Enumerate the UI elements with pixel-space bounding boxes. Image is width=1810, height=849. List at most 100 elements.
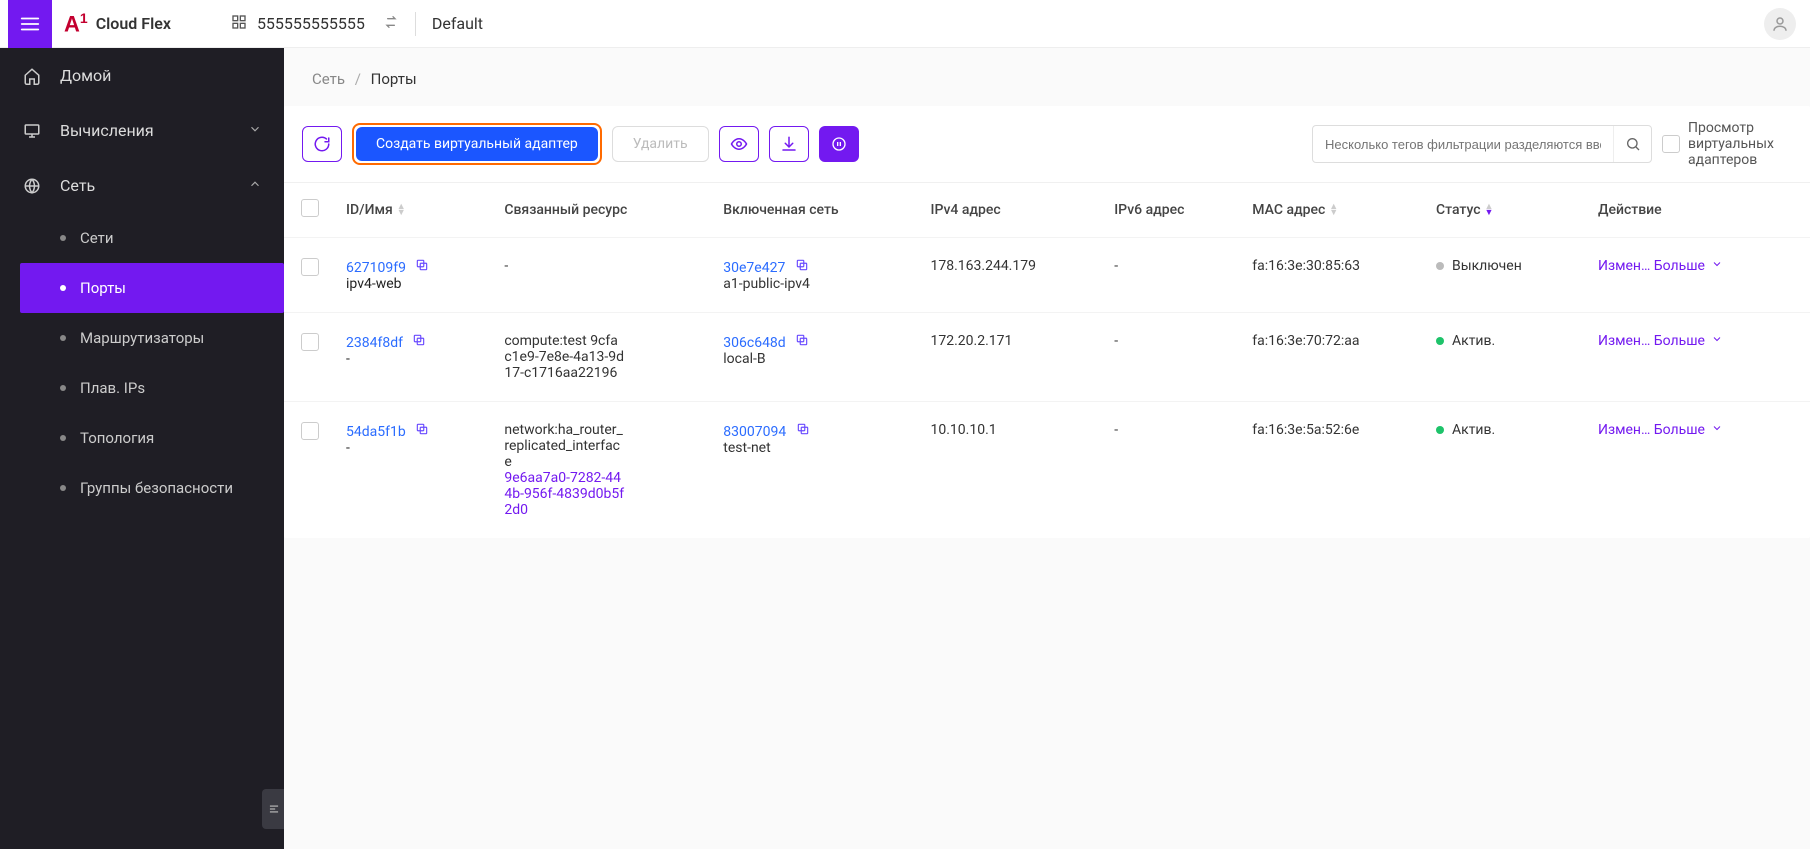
pause-button[interactable] bbox=[819, 126, 859, 162]
action-edit[interactable]: Измен… bbox=[1598, 258, 1650, 274]
sidebar-item-compute[interactable]: Вычисления bbox=[0, 103, 284, 158]
view-button[interactable] bbox=[719, 126, 759, 162]
grid-icon bbox=[231, 14, 247, 34]
sidebar-item-label: Плав. IPs bbox=[80, 379, 145, 397]
create-adapter-button[interactable]: Создать виртуальный адаптер bbox=[356, 127, 598, 161]
collapse-icon bbox=[267, 802, 281, 816]
sidebar-item-topology[interactable]: Топология bbox=[20, 413, 284, 463]
user-icon bbox=[1771, 15, 1789, 33]
chevron-down-icon bbox=[1711, 333, 1723, 349]
col-network: Включенная сеть bbox=[713, 183, 920, 238]
search-input[interactable] bbox=[1313, 137, 1613, 152]
network-name: a1-public-ipv4 bbox=[723, 276, 810, 292]
breadcrumb: Сеть / Порты bbox=[284, 48, 1810, 100]
action-edit[interactable]: Измен… bbox=[1598, 333, 1650, 349]
action-more[interactable]: Больше bbox=[1654, 333, 1723, 349]
workspace-selector[interactable]: Default bbox=[432, 14, 483, 33]
resource-link[interactable]: 9e6aa7a0-7282-444b-956f-4839d0b5f2d0 bbox=[504, 470, 624, 518]
copy-icon[interactable] bbox=[795, 335, 809, 351]
sidebar-item-routers[interactable]: Маршрутизаторы bbox=[20, 313, 284, 363]
chevron-down-icon bbox=[248, 121, 262, 140]
resource-text: compute:test 9cfac1e9-7e8e-4a13-9d17-c17… bbox=[504, 333, 624, 381]
col-action: Действие bbox=[1588, 183, 1810, 238]
copy-icon[interactable] bbox=[415, 260, 429, 276]
action-more[interactable]: Больше bbox=[1654, 258, 1723, 274]
refresh-button[interactable] bbox=[302, 126, 342, 162]
copy-icon[interactable] bbox=[415, 424, 429, 440]
action-more[interactable]: Больше bbox=[1654, 422, 1723, 438]
sidebar-item-networks[interactable]: Сети bbox=[20, 213, 284, 263]
download-icon bbox=[780, 135, 798, 153]
create-adapter-highlight: Создать виртуальный адаптер bbox=[352, 123, 602, 165]
ipv4-address: 178.163.244.179 bbox=[920, 238, 1104, 313]
view-adapters-toggle[interactable]: Просмотр виртуальных адаптеров bbox=[1662, 120, 1792, 168]
chevron-up-icon bbox=[248, 176, 262, 195]
col-ipv4: IPv4 адрес bbox=[920, 183, 1104, 238]
download-button[interactable] bbox=[769, 126, 809, 162]
select-all-checkbox[interactable] bbox=[301, 199, 319, 217]
sidebar-item-ports[interactable]: Порты bbox=[20, 263, 284, 313]
sidebar-submenu-network: Сети Порты Маршрутизаторы Плав. IPs Топо… bbox=[20, 213, 284, 513]
sidebar-item-label: Топология bbox=[80, 429, 154, 447]
copy-icon[interactable] bbox=[796, 424, 810, 440]
logo-mark: A1 bbox=[64, 10, 88, 37]
breadcrumb-leaf: Порты bbox=[371, 70, 417, 88]
table-row: 2384f8df - compute:test 9cfac1e9-7e8e-4a… bbox=[284, 313, 1810, 402]
eye-icon bbox=[730, 135, 748, 153]
hamburger-icon bbox=[19, 13, 41, 35]
status-label: Выключен bbox=[1452, 258, 1522, 274]
ipv4-address: 172.20.2.171 bbox=[920, 313, 1104, 402]
status-dot-icon bbox=[1436, 262, 1444, 270]
view-adapters-checkbox[interactable] bbox=[1662, 135, 1680, 153]
port-id-link[interactable]: 54da5f1b bbox=[346, 424, 406, 440]
copy-icon[interactable] bbox=[412, 335, 426, 351]
table-row: 54da5f1b - network:ha_router_replicated_… bbox=[284, 402, 1810, 539]
col-id-name[interactable]: ID/Имя▲▼ bbox=[336, 183, 494, 238]
breadcrumb-root[interactable]: Сеть bbox=[312, 70, 345, 88]
account-id: 555555555555 bbox=[257, 14, 365, 33]
chevron-down-icon bbox=[1711, 258, 1723, 274]
user-avatar-button[interactable] bbox=[1764, 8, 1796, 40]
separator bbox=[415, 12, 416, 36]
status-label: Актив. bbox=[1452, 333, 1495, 349]
hamburger-menu-button[interactable] bbox=[8, 0, 52, 48]
port-name: - bbox=[346, 351, 350, 367]
ipv6-address: - bbox=[1104, 313, 1242, 402]
status-dot-icon bbox=[1436, 426, 1444, 434]
search-button[interactable] bbox=[1613, 126, 1651, 162]
port-id-link[interactable]: 2384f8df bbox=[346, 335, 403, 351]
sidebar-item-label: Маршрутизаторы bbox=[80, 329, 204, 347]
sidebar-item-label: Сеть bbox=[60, 176, 95, 195]
sidebar-item-home[interactable]: Домой bbox=[0, 48, 284, 103]
sidebar-item-network[interactable]: Сеть bbox=[0, 158, 284, 213]
col-status[interactable]: Статус▲▼ bbox=[1426, 183, 1588, 238]
sidebar-item-label: Сети bbox=[80, 229, 114, 247]
col-mac[interactable]: MAC адрес▲▼ bbox=[1242, 183, 1426, 238]
sidebar: Домой Вычисления Сеть bbox=[0, 48, 284, 849]
home-icon bbox=[22, 67, 42, 85]
search-box bbox=[1312, 125, 1652, 163]
network-id-link[interactable]: 83007094 bbox=[723, 424, 786, 440]
sidebar-item-floating-ips[interactable]: Плав. IPs bbox=[20, 363, 284, 413]
action-edit[interactable]: Измен… bbox=[1598, 422, 1650, 438]
pause-icon bbox=[831, 136, 847, 152]
port-id-link[interactable]: 627109f9 bbox=[346, 260, 406, 276]
sidebar-item-security-groups[interactable]: Группы безопасности bbox=[20, 463, 284, 513]
ipv4-address: 10.10.10.1 bbox=[920, 402, 1104, 539]
row-checkbox[interactable] bbox=[301, 422, 319, 440]
main-content: Сеть / Порты Создать виртуальный адаптер… bbox=[284, 48, 1810, 849]
sidebar-item-label: Вычисления bbox=[60, 121, 154, 140]
row-checkbox[interactable] bbox=[301, 333, 319, 351]
sidebar-collapse-handle[interactable] bbox=[262, 789, 284, 829]
sort-icon: ▲▼ bbox=[1329, 204, 1338, 216]
toolbar: Создать виртуальный адаптер Удалить bbox=[284, 106, 1810, 182]
account-selector[interactable]: 555555555555 bbox=[231, 14, 399, 34]
mac-address: fa:16:3e:70:72:aa bbox=[1242, 313, 1426, 402]
copy-icon[interactable] bbox=[795, 260, 809, 276]
ports-table: ID/Имя▲▼ Связанный ресурс Включенная сет… bbox=[284, 182, 1810, 538]
network-id-link[interactable]: 306c648d bbox=[723, 335, 785, 351]
refresh-icon bbox=[313, 135, 331, 153]
network-id-link[interactable]: 30e7e427 bbox=[723, 260, 785, 276]
row-checkbox[interactable] bbox=[301, 258, 319, 276]
network-name: local-B bbox=[723, 351, 765, 367]
